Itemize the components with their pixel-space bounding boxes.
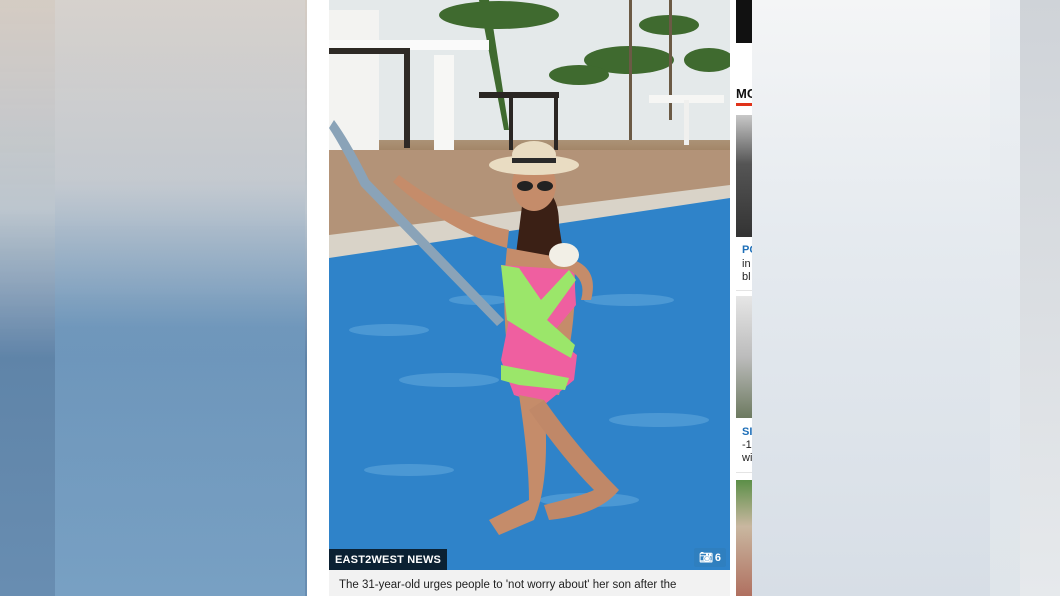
- sidebar-ad-block[interactable]: [736, 0, 752, 43]
- photo-caption: The 31-year-old urges people to 'not wor…: [329, 570, 730, 596]
- photo-credit: EAST2WEST NEWS: [329, 549, 448, 570]
- blurred-photo-left: [55, 0, 305, 596]
- sidebar-item-text[interactable]: bl: [742, 271, 751, 283]
- sidebar-thumbnail[interactable]: [736, 480, 752, 596]
- sidebar-item-text[interactable]: -1: [742, 439, 752, 451]
- sidebar-thumbnail[interactable]: [736, 115, 752, 237]
- sidebar-item-text[interactable]: wi: [742, 452, 752, 464]
- gallery-count: 6: [714, 552, 721, 564]
- camera-icon: 📷︎: [698, 552, 713, 564]
- sidebar-divider: [736, 472, 752, 473]
- sidebar-item-tag[interactable]: PO: [742, 244, 752, 256]
- sidebar-heading: MO: [736, 86, 752, 101]
- photo-illustration: [329, 0, 730, 570]
- article-photo[interactable]: EAST2WEST NEWS 📷︎ 6: [329, 0, 730, 570]
- blurred-page-right: [752, 0, 990, 596]
- sidebar-item-text[interactable]: in: [742, 258, 751, 270]
- blurred-background-right: [752, 0, 1060, 596]
- sidebar-column: MO PO in bl SI -1 wi: [736, 0, 752, 596]
- sidebar-divider: [736, 290, 752, 291]
- sidebar-thumbnail[interactable]: [736, 296, 752, 418]
- article-column: EAST2WEST NEWS 📷︎ 6 The 31-year-old urges…: [307, 0, 752, 596]
- sidebar-item-tag[interactable]: SI: [742, 426, 752, 438]
- blurred-background-left: [0, 0, 307, 596]
- gallery-count-badge[interactable]: 📷︎ 6: [693, 548, 726, 567]
- blurred-edge-right: [1020, 0, 1060, 596]
- sidebar-heading-rule: [736, 103, 752, 106]
